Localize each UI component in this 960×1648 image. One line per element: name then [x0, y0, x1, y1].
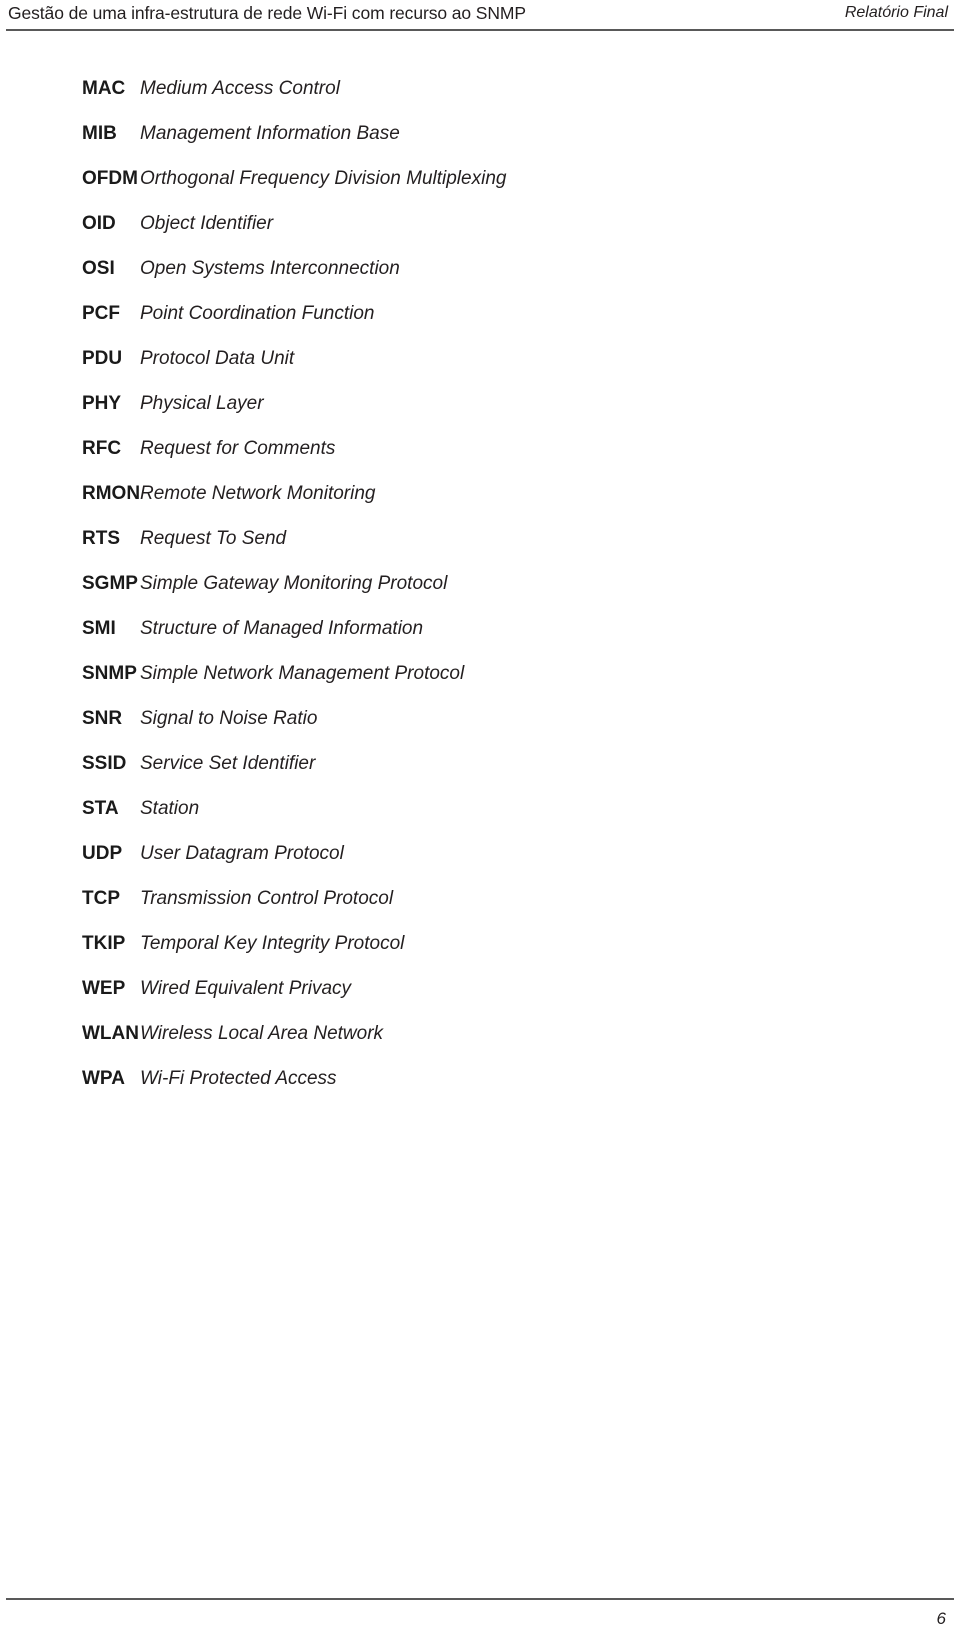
glossary-definition: Simple Gateway Monitoring Protocol	[140, 573, 448, 594]
glossary-row: WPA Wi-Fi Protected Access	[0, 1056, 960, 1101]
glossary-abbreviation: SGMP	[82, 573, 138, 594]
glossary-abbreviation: UDP	[82, 843, 123, 864]
glossary-row: SMI Structure of Managed Information	[0, 606, 960, 651]
glossary-definition: Station	[140, 798, 200, 819]
glossary-abbreviation: RMON	[82, 483, 141, 504]
glossary-row: PCF Point Coordination Function	[0, 291, 960, 336]
glossary-row: UDP User Datagram Protocol	[0, 831, 960, 876]
page-footer: 6	[0, 1588, 960, 1648]
header-document-title: Gestão de uma infra-estrutura de rede Wi…	[8, 3, 526, 23]
glossary-definition: Service Set Identifier	[140, 753, 316, 774]
glossary-abbreviation: SNR	[82, 708, 123, 729]
glossary-definition: Simple Network Management Protocol	[140, 663, 465, 684]
glossary-row: SNR Signal to Noise Ratio	[0, 696, 960, 741]
glossary-definition: Medium Access Control	[140, 78, 340, 99]
glossary-definition: Remote Network Monitoring	[140, 483, 376, 504]
glossary-row: RFC Request for Comments	[0, 426, 960, 471]
glossary-definition: Request To Send	[140, 528, 287, 549]
glossary-abbreviation: WPA	[82, 1068, 125, 1089]
glossary-definition: Open Systems Interconnection	[140, 258, 400, 279]
header-report-label: Relatório Final	[844, 4, 948, 21]
glossary-abbreviation: MIB	[82, 123, 117, 144]
glossary-definition: Signal to Noise Ratio	[140, 708, 318, 729]
glossary-row: PHY Physical Layer	[0, 381, 960, 426]
glossary-definition: Orthogonal Frequency Division Multiplexi…	[140, 168, 507, 189]
glossary-definition: Wireless Local Area Network	[140, 1023, 384, 1044]
glossary-definition: Structure of Managed Information	[140, 618, 424, 639]
glossary-row: TKIP Temporal Key Integrity Protocol	[0, 921, 960, 966]
glossary-row: SSID Service Set Identifier	[0, 741, 960, 786]
glossary-row: RMON Remote Network Monitoring	[0, 471, 960, 516]
header-divider-rule	[6, 29, 954, 31]
glossary-row: SNMP Simple Network Management Protocol	[0, 651, 960, 696]
glossary-abbreviation: RTS	[82, 528, 120, 549]
page-number: 6	[936, 1609, 946, 1628]
glossary-definition: Transmission Control Protocol	[140, 888, 394, 909]
glossary-row: STA Station	[0, 786, 960, 831]
glossary-abbreviation: SNMP	[82, 663, 137, 684]
glossary-row: OID Object Identifier	[0, 201, 960, 246]
glossary-abbreviation: TCP	[82, 888, 120, 909]
glossary-abbreviation: PHY	[82, 393, 122, 414]
glossary-row: RTS Request To Send	[0, 516, 960, 561]
glossary-definition: Wired Equivalent Privacy	[140, 978, 352, 999]
glossary-row: WLAN Wireless Local Area Network	[0, 1011, 960, 1056]
glossary-abbreviation: STA	[82, 798, 119, 819]
page-header: Gestão de uma infra-estrutura de rede Wi…	[0, 0, 960, 31]
glossary-definition: Request for Comments	[140, 438, 336, 459]
glossary-abbreviation: OID	[82, 213, 116, 234]
glossary-abbreviation: MAC	[82, 78, 126, 99]
glossary-row: PDU Protocol Data Unit	[0, 336, 960, 381]
glossary-definition: Protocol Data Unit	[140, 348, 295, 369]
glossary-row: MIB Management Information Base	[0, 111, 960, 156]
glossary-definition: Temporal Key Integrity Protocol	[140, 933, 405, 954]
glossary-definition: Object Identifier	[140, 213, 274, 234]
footer-divider-rule	[6, 1598, 954, 1600]
glossary-abbreviation: OFDM	[82, 168, 138, 189]
glossary-row: TCP Transmission Control Protocol	[0, 876, 960, 921]
glossary-abbreviation: WEP	[82, 978, 126, 999]
glossary-abbreviation: PDU	[82, 348, 123, 369]
glossary-abbreviation: PCF	[82, 303, 120, 324]
glossary-definition: User Datagram Protocol	[140, 843, 344, 864]
glossary-row: OSI Open Systems Interconnection	[0, 246, 960, 291]
glossary-row: MAC Medium Access Control	[0, 66, 960, 111]
glossary-definition: Management Information Base	[140, 123, 400, 144]
glossary-definition: Wi-Fi Protected Access	[140, 1068, 337, 1089]
glossary-abbreviation: SMI	[82, 618, 116, 639]
glossary-abbreviation: OSI	[82, 258, 115, 279]
glossary-definition: Point Coordination Function	[140, 303, 375, 324]
glossary-row: WEP Wired Equivalent Privacy	[0, 966, 960, 1011]
glossary-abbreviation: SSID	[82, 753, 127, 774]
glossary-row: SGMP Simple Gateway Monitoring Protocol	[0, 561, 960, 606]
glossary-abbreviation: WLAN	[82, 1023, 139, 1044]
glossary-abbreviation: TKIP	[82, 933, 126, 954]
glossary-list: MAC Medium Access Control MIB Management In…	[0, 66, 960, 1101]
glossary-row: OFDM Orthogonal Frequency Division Multip…	[0, 156, 960, 201]
glossary-definition: Physical Layer	[140, 393, 264, 414]
glossary-abbreviation: RFC	[82, 438, 122, 459]
